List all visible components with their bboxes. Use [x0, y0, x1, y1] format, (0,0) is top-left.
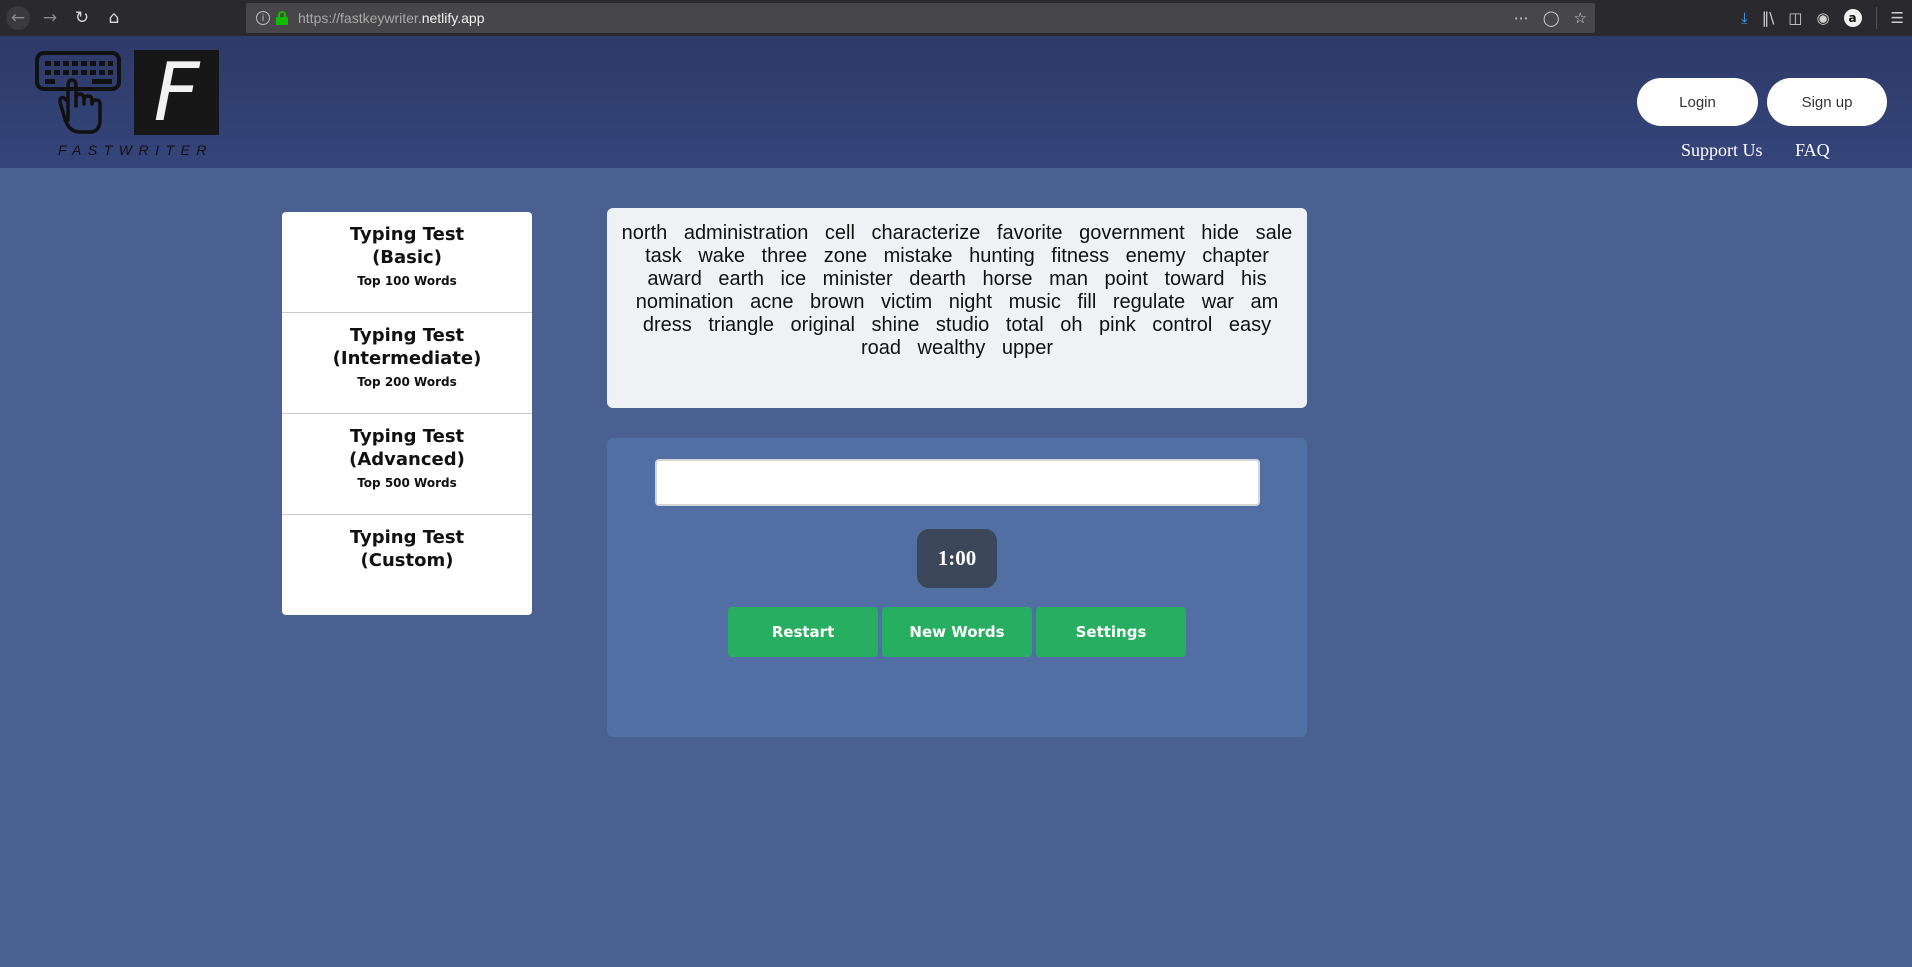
sidebar-item-title: Typing Test (Basic): [349, 224, 465, 268]
sidebar-item-title: Typing Test (Intermediate): [332, 325, 482, 369]
download-icon[interactable]: ⤓: [1741, 9, 1748, 27]
info-icon[interactable]: i: [256, 11, 270, 25]
sidebar-icon[interactable]: ◫: [1788, 9, 1802, 27]
login-button[interactable]: Login: [1637, 78, 1758, 126]
keyboard-logo-icon[interactable]: [34, 50, 122, 138]
forward-arrow-icon[interactable]: →: [38, 6, 62, 30]
back-arrow-icon[interactable]: ←: [6, 6, 30, 30]
sidebar-item-subtitle: Top 200 Words: [357, 375, 457, 389]
address-bar[interactable]: i https://fastkeywriter.netlify.app ⋯ ◯ …: [246, 3, 1595, 33]
logo-wordmark: FASTWRITER: [58, 142, 213, 158]
sidebar-item-intermediate[interactable]: Typing Test (Intermediate) Top 200 Words: [282, 313, 532, 414]
sidebar-item-title: Typing Test (Custom): [349, 527, 465, 571]
account-icon[interactable]: ◉: [1816, 9, 1829, 27]
sidebar-item-custom[interactable]: Typing Test (Custom): [282, 515, 532, 615]
sign-up-button[interactable]: Sign up: [1767, 78, 1887, 126]
url-text[interactable]: https://fastkeywriter.netlify.app: [298, 10, 485, 26]
url-prefix: https://fastkeywriter.: [298, 10, 422, 26]
sidebar-item-basic[interactable]: Typing Test (Basic) Top 100 Words: [282, 212, 532, 313]
bookmark-star-icon[interactable]: ☆: [1574, 9, 1587, 27]
sidebar-item-title: Typing Test (Advanced): [349, 426, 465, 470]
pocket-icon[interactable]: ◯: [1543, 9, 1560, 27]
countdown-timer: 1:00: [917, 529, 997, 588]
browser-toolbar: ← → ↻ ⌂ i https://fastkeywriter.netlify.…: [0, 0, 1912, 36]
faq-link[interactable]: FAQ: [1795, 140, 1830, 161]
test-type-sidebar: Typing Test (Basic) Top 100 Words Typing …: [282, 212, 532, 615]
menu-icon[interactable]: ☰: [1891, 9, 1904, 27]
sidebar-item-subtitle: Top 500 Words: [357, 476, 457, 490]
logo-f-mark[interactable]: F: [134, 50, 219, 135]
toolbar-icons: ⤓ ‖\ ◫ ◉ a ☰: [1741, 0, 1912, 36]
word-list-panel: north administration cell characterize f…: [607, 208, 1307, 408]
url-host: netlify.app: [421, 10, 485, 26]
settings-button[interactable]: Settings: [1036, 607, 1186, 657]
typing-panel: 1:00 Restart New Words Settings: [607, 438, 1307, 737]
sidebar-item-subtitle: Top 100 Words: [357, 274, 457, 288]
sidebar-item-advanced[interactable]: Typing Test (Advanced) Top 500 Words: [282, 414, 532, 515]
more-icon[interactable]: ⋯: [1514, 9, 1529, 27]
support-us-link[interactable]: Support Us: [1681, 140, 1763, 161]
site-header: [0, 36, 1912, 168]
typing-input[interactable]: [655, 459, 1260, 506]
lock-icon: [276, 11, 288, 25]
library-icon[interactable]: ‖\: [1762, 9, 1775, 27]
new-words-button[interactable]: New Words: [882, 607, 1032, 657]
reload-icon[interactable]: ↻: [70, 6, 94, 30]
home-icon[interactable]: ⌂: [102, 6, 126, 30]
address-bar-actions: ⋯ ◯ ☆: [1514, 3, 1587, 33]
toolbar-divider: [1875, 7, 1877, 29]
restart-button[interactable]: Restart: [728, 607, 878, 657]
amazon-icon[interactable]: a: [1843, 9, 1862, 27]
